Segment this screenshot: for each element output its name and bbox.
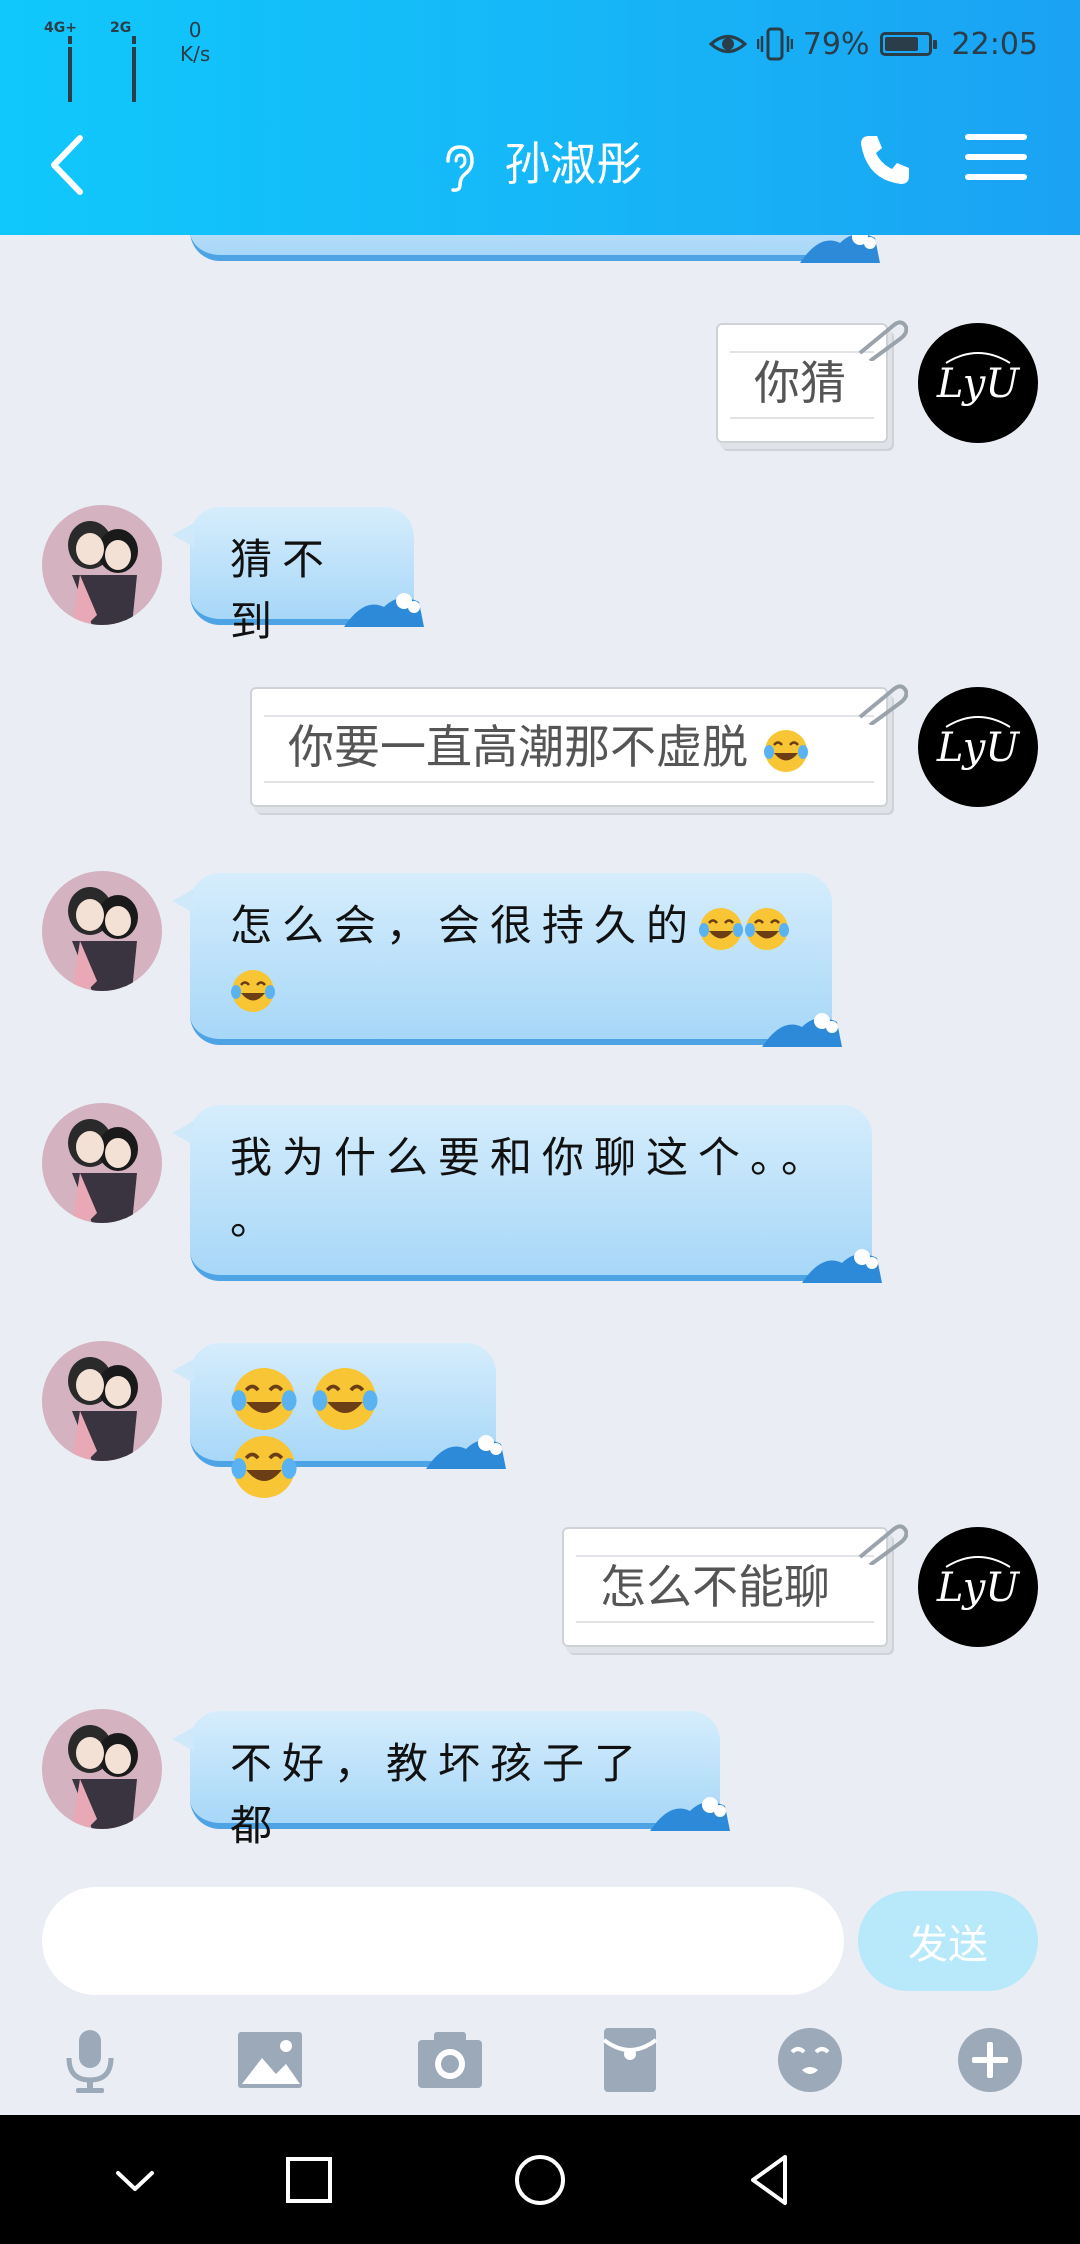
phone-call-icon[interactable]: [855, 130, 915, 190]
battery-percent: 79%: [802, 26, 870, 62]
message-bubble-received[interactable]: [172, 1343, 506, 1499]
recents-square-icon[interactable]: [274, 2145, 344, 2215]
sticker-icon[interactable]: [774, 2024, 846, 2096]
avatar-logo-icon: LyU: [936, 1556, 1020, 1611]
camera-icon[interactable]: [414, 2024, 486, 2096]
message-text: 我为什么要和你聊这个。。: [230, 1133, 834, 1182]
contact-avatar[interactable]: [42, 1103, 162, 1223]
battery-icon: [879, 32, 937, 56]
avatar-logo-icon: LyU: [936, 352, 1020, 407]
signal-2g: 2G: [110, 20, 136, 102]
tears-of-joy-emoji-icon: [763, 729, 808, 772]
tears-of-joy-emoji-icon: [231, 970, 275, 1012]
message-text: 你要一直高潮那不虚脱: [288, 720, 748, 774]
red-packet-icon[interactable]: [594, 2024, 666, 2096]
message-input[interactable]: [42, 1887, 844, 1995]
tears-of-joy-emoji-icon: [312, 1367, 378, 1431]
paperclip-icon: [858, 1524, 908, 1565]
avatar-anime-figure-icon: [68, 1119, 138, 1223]
message-bubble-received[interactable]: 不好，教坏孩子了都: [172, 1711, 730, 1850]
message-bubble-sent[interactable]: 你猜: [716, 320, 908, 443]
signal-4g: 4G+: [44, 20, 77, 102]
contact-name: 孙淑彤: [504, 137, 643, 191]
message-bubble-received[interactable]: 怎么会，会很持久的: [172, 873, 842, 1047]
net-speed: 0 K/s: [180, 18, 210, 66]
avatar-anime-figure-icon: [68, 1357, 138, 1461]
avatar-anime-figure-icon: [68, 1725, 138, 1829]
my-avatar[interactable]: LyU: [918, 687, 1038, 807]
back-triangle-icon[interactable]: [735, 2145, 805, 2215]
wave-decoration-icon: [802, 1249, 882, 1283]
message-bubble-sent[interactable]: 怎么不能聊: [562, 1524, 908, 1647]
contact-avatar[interactable]: [42, 1709, 162, 1829]
wave-decoration-icon: [426, 1435, 506, 1469]
tears-of-joy-emoji-icon: [231, 1367, 297, 1431]
system-nav-bar: [0, 2115, 1080, 2244]
message-text-continued: 。: [230, 1195, 283, 1244]
menu-icon[interactable]: [965, 134, 1027, 186]
message-text: 猜不到: [230, 535, 335, 646]
net-speed-unit: K/s: [180, 42, 211, 66]
svg-text:LyU: LyU: [936, 725, 1020, 771]
status-bar: 4G+ 2G 0 K/s 79% 22:05: [0, 0, 1080, 102]
paperclip-icon: [858, 320, 908, 361]
chat-title[interactable]: 孙淑彤: [0, 128, 1080, 194]
vibrate-icon: [756, 27, 793, 61]
wave-decoration-icon: [762, 1013, 842, 1047]
message-text: 你猜: [754, 356, 846, 410]
home-circle-icon[interactable]: [505, 2145, 575, 2215]
tears-of-joy-emoji-icon: [699, 908, 744, 950]
hide-nav-chevron-icon[interactable]: [100, 2145, 170, 2215]
message-bubble-partial[interactable]: [190, 235, 880, 263]
avatar-anime-figure-icon: [68, 521, 138, 625]
wave-decoration-icon: [650, 1797, 730, 1831]
clock: 22:05: [951, 26, 1038, 62]
network-type-2: 2G: [110, 20, 132, 36]
microphone-icon[interactable]: [54, 2024, 126, 2096]
chat-header: 孙淑彤: [0, 90, 1080, 235]
eye-comfort-icon: [708, 35, 747, 53]
earpiece-mode-icon: [445, 144, 474, 192]
contact-avatar[interactable]: [42, 871, 162, 991]
send-button[interactable]: 发送: [858, 1891, 1038, 1991]
avatar-anime-figure-icon: [68, 887, 138, 991]
message-list[interactable]: 你猜 LyU 猜不到 你要一直高潮那不虚脱 LyU 怎么会，会很持久的 我为什么…: [0, 235, 1080, 1875]
message-bubble-received[interactable]: 我为什么要和你聊这个。。 。: [172, 1105, 882, 1283]
chat-toolbar: [0, 2010, 1080, 2115]
message-text: 怎么会，会很持久的: [230, 901, 699, 950]
paperclip-icon: [858, 684, 908, 725]
tears-of-joy-emoji-icon: [231, 1435, 297, 1499]
message-text: 不好，教坏孩子了都: [230, 1739, 647, 1850]
avatar-logo-icon: LyU: [936, 716, 1020, 771]
wave-decoration-icon: [800, 235, 880, 263]
plus-icon[interactable]: [954, 2024, 1026, 2096]
image-icon[interactable]: [234, 2024, 306, 2096]
message-text: 怎么不能聊: [600, 1560, 830, 1614]
status-right: 79% 22:05: [708, 24, 1038, 64]
my-avatar[interactable]: LyU: [918, 1527, 1038, 1647]
contact-avatar[interactable]: [42, 1341, 162, 1461]
my-avatar[interactable]: LyU: [918, 323, 1038, 443]
top-bar: 4G+ 2G 0 K/s 79% 22:05 孙淑彤: [0, 0, 1080, 235]
net-speed-value: 0: [188, 18, 202, 42]
contact-avatar[interactable]: [42, 505, 162, 625]
svg-text:LyU: LyU: [936, 1565, 1020, 1611]
svg-text:LyU: LyU: [936, 361, 1020, 407]
message-bubble-received[interactable]: 猜不到: [172, 507, 424, 646]
tears-of-joy-emoji-icon: [745, 908, 790, 950]
wave-decoration-icon: [344, 593, 424, 627]
message-bubble-sent[interactable]: 你要一直高潮那不虚脱: [250, 684, 908, 807]
